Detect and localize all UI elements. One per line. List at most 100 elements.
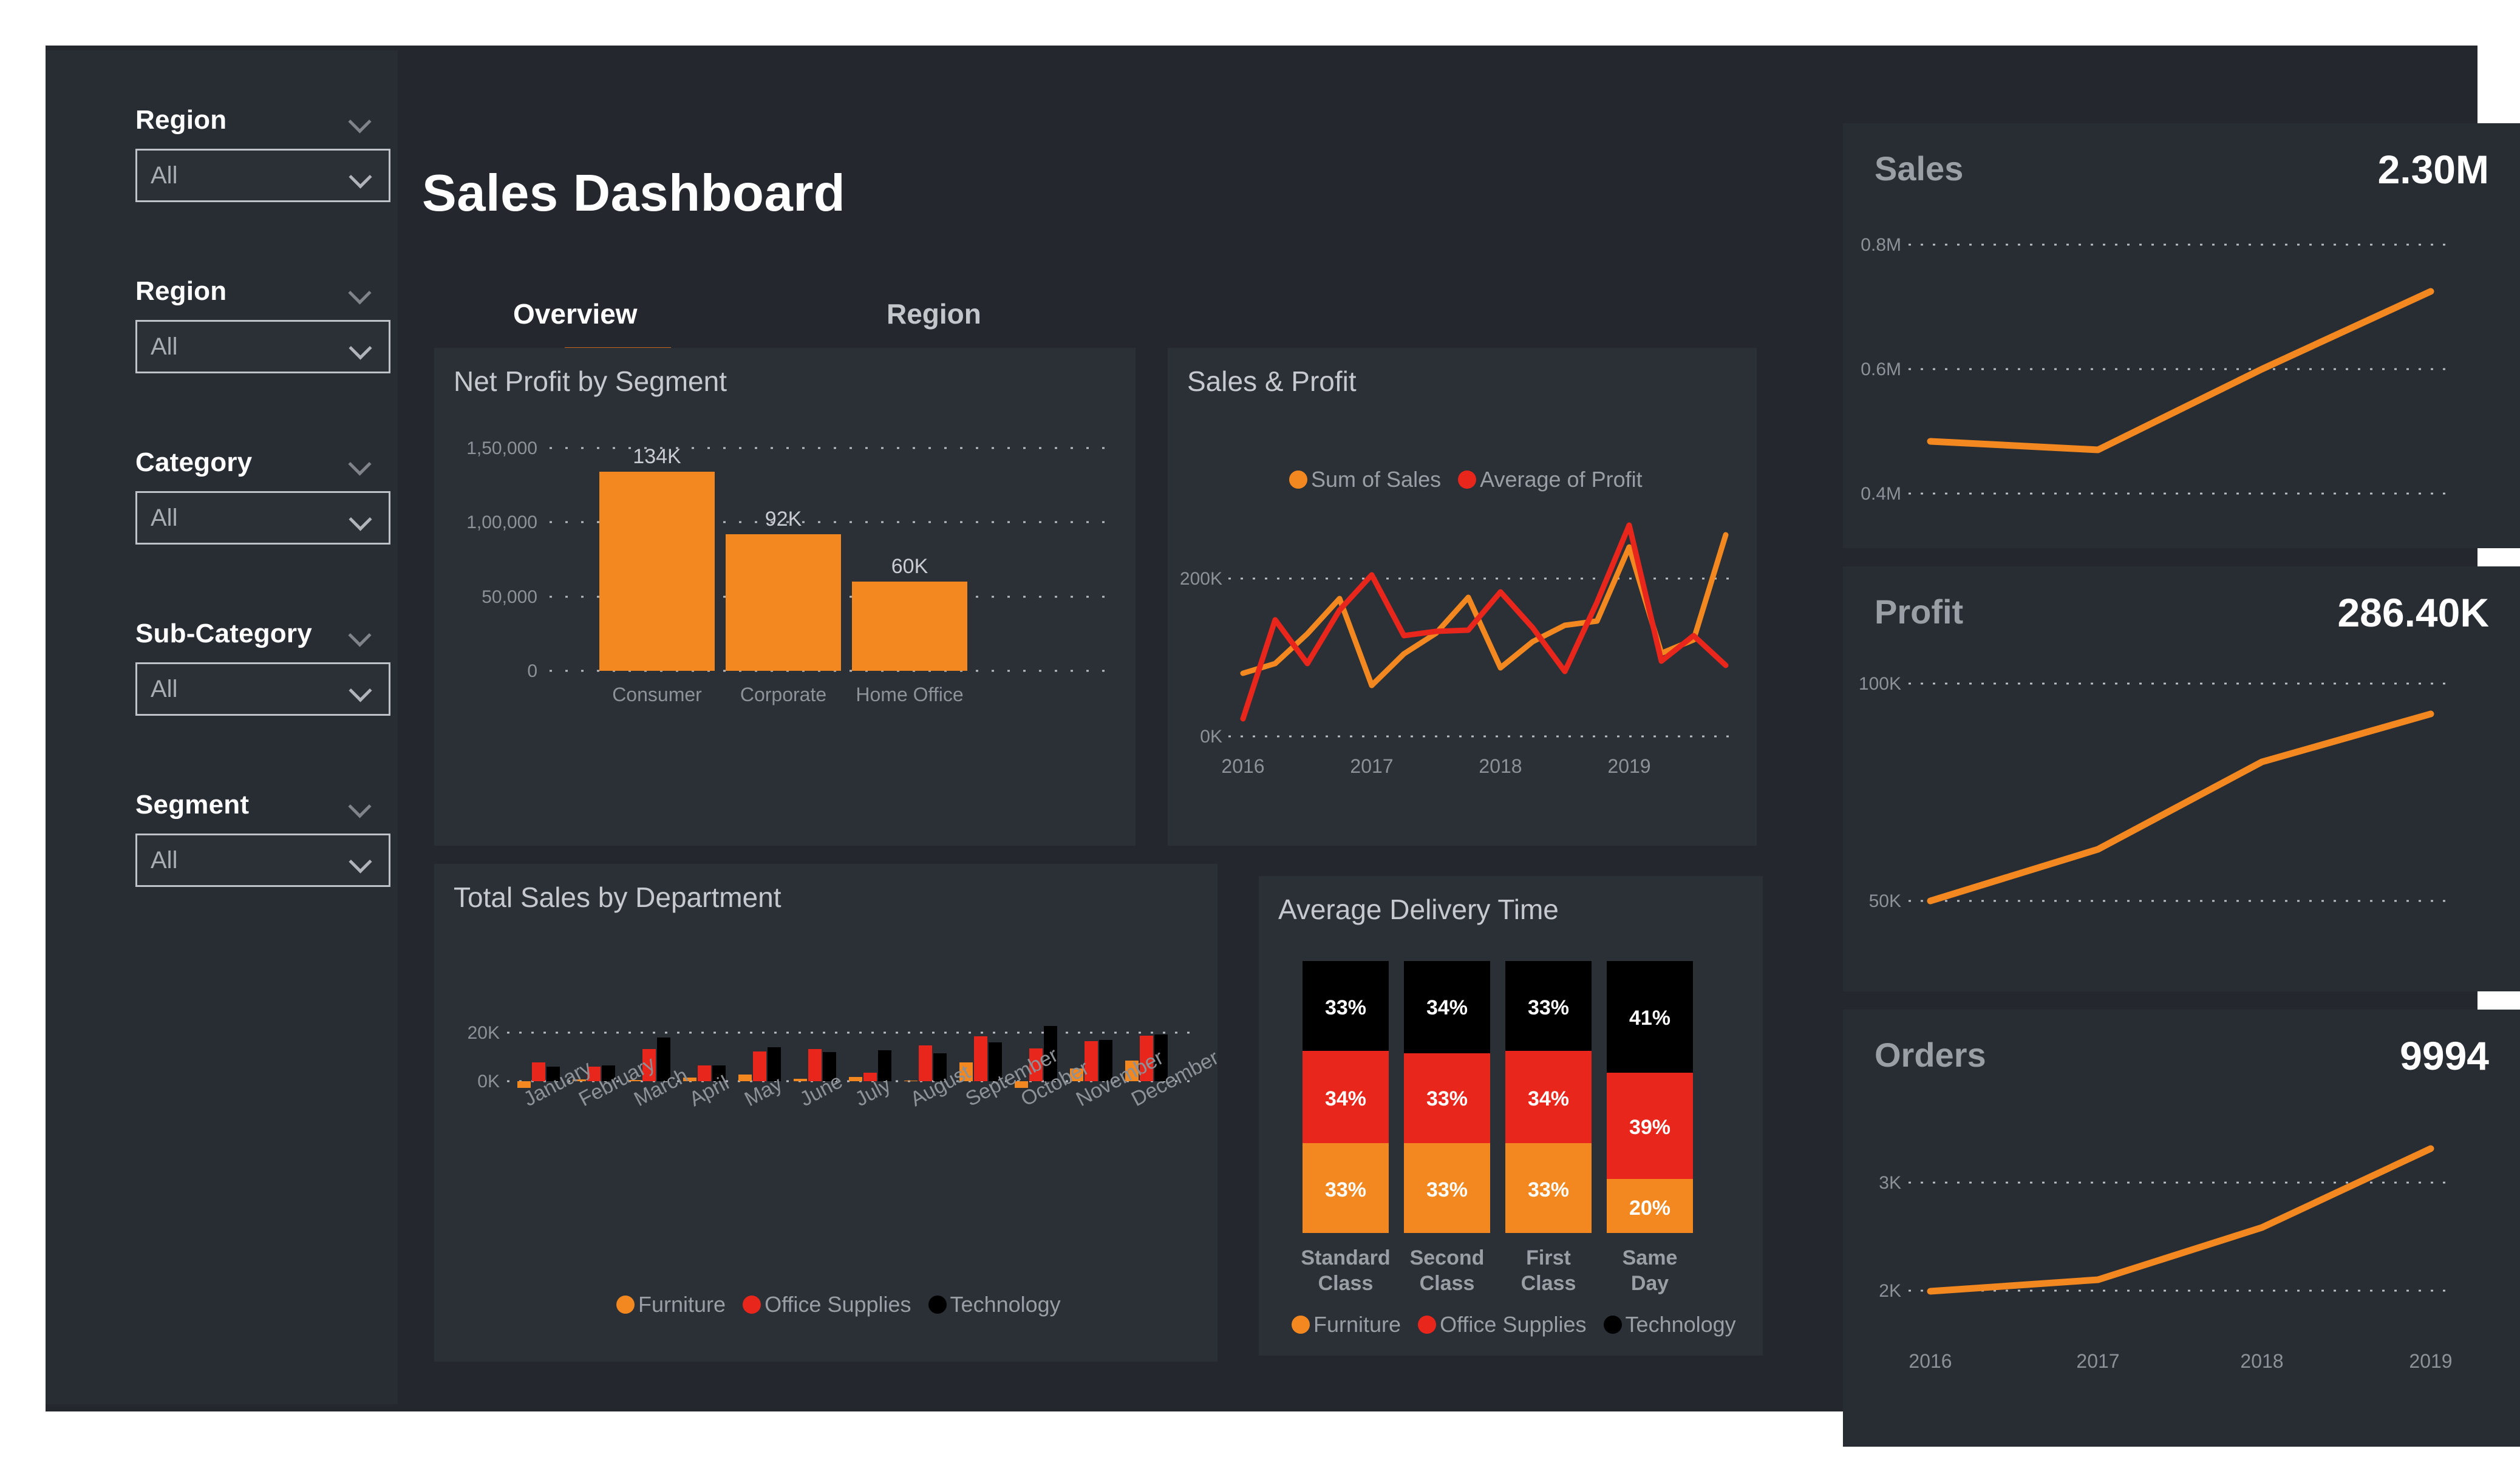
tab-region[interactable]: Region [887, 297, 981, 330]
legend-delivery: Furniture Office Supplies Technology [1292, 1312, 1753, 1337]
slicer-label: Sub-Category [135, 619, 312, 648]
slicer-header[interactable]: Region [135, 276, 372, 307]
chevron-down-icon[interactable] [349, 168, 373, 183]
legend-dot-icon-furniture [616, 1296, 635, 1314]
slicer-dropdown[interactable]: All [135, 149, 390, 202]
ytick-150000: 1,50,000 [466, 438, 537, 458]
chart-net-profit-by-segment: 1,50,000 1,00,000 50,000 0 134K 92K 60K … [466, 438, 1105, 705]
xtick-2019: 2019 [1607, 755, 1650, 777]
chevron-down-icon[interactable] [348, 797, 372, 813]
legend-item-delivery-office-supplies[interactable]: Office Supplies [1418, 1312, 1587, 1337]
data-label-home-office: 60K [891, 555, 928, 578]
kpi-card-sales[interactable]: Sales 2.30M 0.8M 0.6M 0.4M [1843, 123, 2520, 548]
slicer-category-2: Category All [135, 447, 390, 545]
ytick-100000: 1,00,000 [466, 512, 537, 532]
pct-sameday-technology: 41% [1629, 1007, 1670, 1030]
panel-net-profit-by-segment: Net Profit by Segment 1,50,000 1,00,000 … [434, 348, 1136, 846]
data-label-consumer: 134K [633, 445, 681, 468]
legend-dot-icon-technology [928, 1296, 947, 1314]
slicer-selected-value: All [151, 333, 178, 360]
stack-same-day[interactable]: 41% 39% 20% [1607, 961, 1693, 1233]
legend-item-delivery-technology[interactable]: Technology [1603, 1312, 1736, 1337]
legend-item-sum-of-sales[interactable]: Sum of Sales [1289, 467, 1441, 492]
pct-sameday-office-supplies: 39% [1629, 1116, 1670, 1139]
slicer-header[interactable]: Region [135, 105, 372, 135]
slicer-region-1: Region All [135, 276, 390, 373]
bar-home-office[interactable] [852, 582, 967, 671]
chevron-down-icon[interactable] [348, 284, 372, 299]
pct-sameday-furniture: 20% [1629, 1197, 1670, 1220]
panel-total-sales-by-department: Total Sales by Department 20K 0K January… [434, 864, 1223, 1362]
panel-sales-and-profit: Sales & Profit Sum of Sales Average of P… [1168, 348, 1757, 846]
slicer-dropdown[interactable]: All [135, 834, 390, 887]
slicer-dropdown[interactable]: All [135, 491, 390, 545]
kpi-card-profit[interactable]: Profit 286.40K 100K 50K [1843, 566, 2520, 991]
xtick-corporate: Corporate [740, 684, 826, 705]
ytick-0k: 0K [1200, 727, 1222, 747]
chevron-down-icon[interactable] [349, 681, 373, 697]
slicer-header[interactable]: Category [135, 447, 372, 478]
panel-title-delivery: Average Delivery Time [1278, 894, 1559, 925]
slicer-dropdown[interactable]: All [135, 662, 390, 716]
ytick-profit-1: 50K [1869, 891, 1901, 911]
pct-first-technology: 33% [1528, 996, 1569, 1019]
legend-item-delivery-furniture[interactable]: Furniture [1292, 1312, 1401, 1337]
xtick-first-class-l2: Class [1521, 1272, 1576, 1295]
ytick-orders-1: 2K [1879, 1281, 1901, 1301]
chart-sales-and-profit: 200K 0K 2016 2017 2018 2019 [1180, 522, 1735, 777]
slicer-header[interactable]: Segment [135, 790, 372, 820]
chevron-down-icon[interactable] [349, 852, 373, 868]
pct-first-furniture: 33% [1528, 1178, 1569, 1201]
xtick-orders-2017: 2017 [2076, 1350, 2119, 1372]
slicer-selected-value: All [151, 504, 178, 531]
kpi-card-orders[interactable]: Orders 9994 3K 2K 2016 2017 2018 2019 [1843, 1010, 2520, 1447]
chevron-down-icon[interactable] [348, 112, 372, 128]
legend-label-delivery-office-supplies: Office Supplies [1440, 1312, 1587, 1337]
slicer-label: Region [135, 276, 227, 306]
legend-item-furniture[interactable]: Furniture [616, 1292, 726, 1317]
slicer-dropdown[interactable]: All [135, 320, 390, 373]
sparkline-profit: 100K 50K [1859, 674, 2450, 911]
legend-dot-icon-delivery-technology [1603, 1316, 1622, 1334]
xtick-orders-2019: 2019 [2409, 1350, 2452, 1372]
stack-standard-class[interactable]: 33% 34% 33% [1303, 961, 1389, 1233]
ytick-20k: 20K [468, 1023, 500, 1043]
chevron-down-icon[interactable] [348, 626, 372, 642]
sparkline-orders-line [1927, 1145, 2434, 1295]
xtick-standard-class-l2: Class [1318, 1272, 1374, 1295]
chevron-down-icon[interactable] [348, 455, 372, 470]
xtick-consumer: Consumer [612, 684, 702, 705]
legend-item-office-supplies[interactable]: Office Supplies [743, 1292, 911, 1317]
chart-total-sales-by-department: 20K 0K January February March April May … [468, 1023, 1223, 1111]
ytick-profit-0: 100K [1859, 674, 1901, 694]
xtick-orders-2018: 2018 [2240, 1350, 2283, 1372]
ytick-orders-0: 3K [1879, 1173, 1901, 1193]
slicer-region-0: Region All [135, 105, 390, 202]
chevron-down-icon[interactable] [349, 510, 373, 526]
legend-item-technology[interactable]: Technology [928, 1292, 1061, 1317]
pct-second-furniture: 33% [1426, 1178, 1468, 1201]
stack-first-class[interactable]: 33% 34% 33% [1505, 961, 1592, 1233]
legend-item-average-of-profit[interactable]: Average of Profit [1458, 467, 1643, 492]
slicer-label: Segment [135, 790, 250, 820]
ytick-sales-2: 0.4M [1861, 484, 1901, 504]
panel-average-delivery-time: Average Delivery Time 33% 34% 33% 34% 33… [1259, 876, 1763, 1356]
chevron-down-icon[interactable] [349, 339, 373, 355]
pct-first-office-supplies: 34% [1528, 1087, 1569, 1110]
slicer-header[interactable]: Sub-Category [135, 619, 372, 649]
legend-dot-icon-delivery-office-supplies [1418, 1316, 1437, 1334]
filters-sidebar: Region All Region All Category All Sub-Categor… [46, 50, 398, 1404]
xtick-orders-2016: 2016 [1909, 1350, 1952, 1372]
ytick-50000: 50,000 [482, 587, 537, 607]
tab-overview[interactable]: Overview [513, 297, 638, 330]
legend-dot-icon-delivery-furniture [1292, 1316, 1310, 1334]
bar-consumer[interactable] [599, 472, 715, 671]
legend-label-sum-of-sales: Sum of Sales [1311, 467, 1442, 492]
sparkline-profit-line [1927, 710, 2434, 905]
bar-corporate[interactable] [726, 534, 841, 671]
pct-standard-furniture: 33% [1325, 1178, 1366, 1201]
stack-second-class[interactable]: 34% 33% 33% [1404, 961, 1490, 1233]
sparkline-sales: 0.8M 0.6M 0.4M [1861, 235, 2450, 504]
xtick-same-day-l1: Same [1623, 1246, 1678, 1269]
xtick-standard-class-l1: Standard [1301, 1246, 1390, 1269]
